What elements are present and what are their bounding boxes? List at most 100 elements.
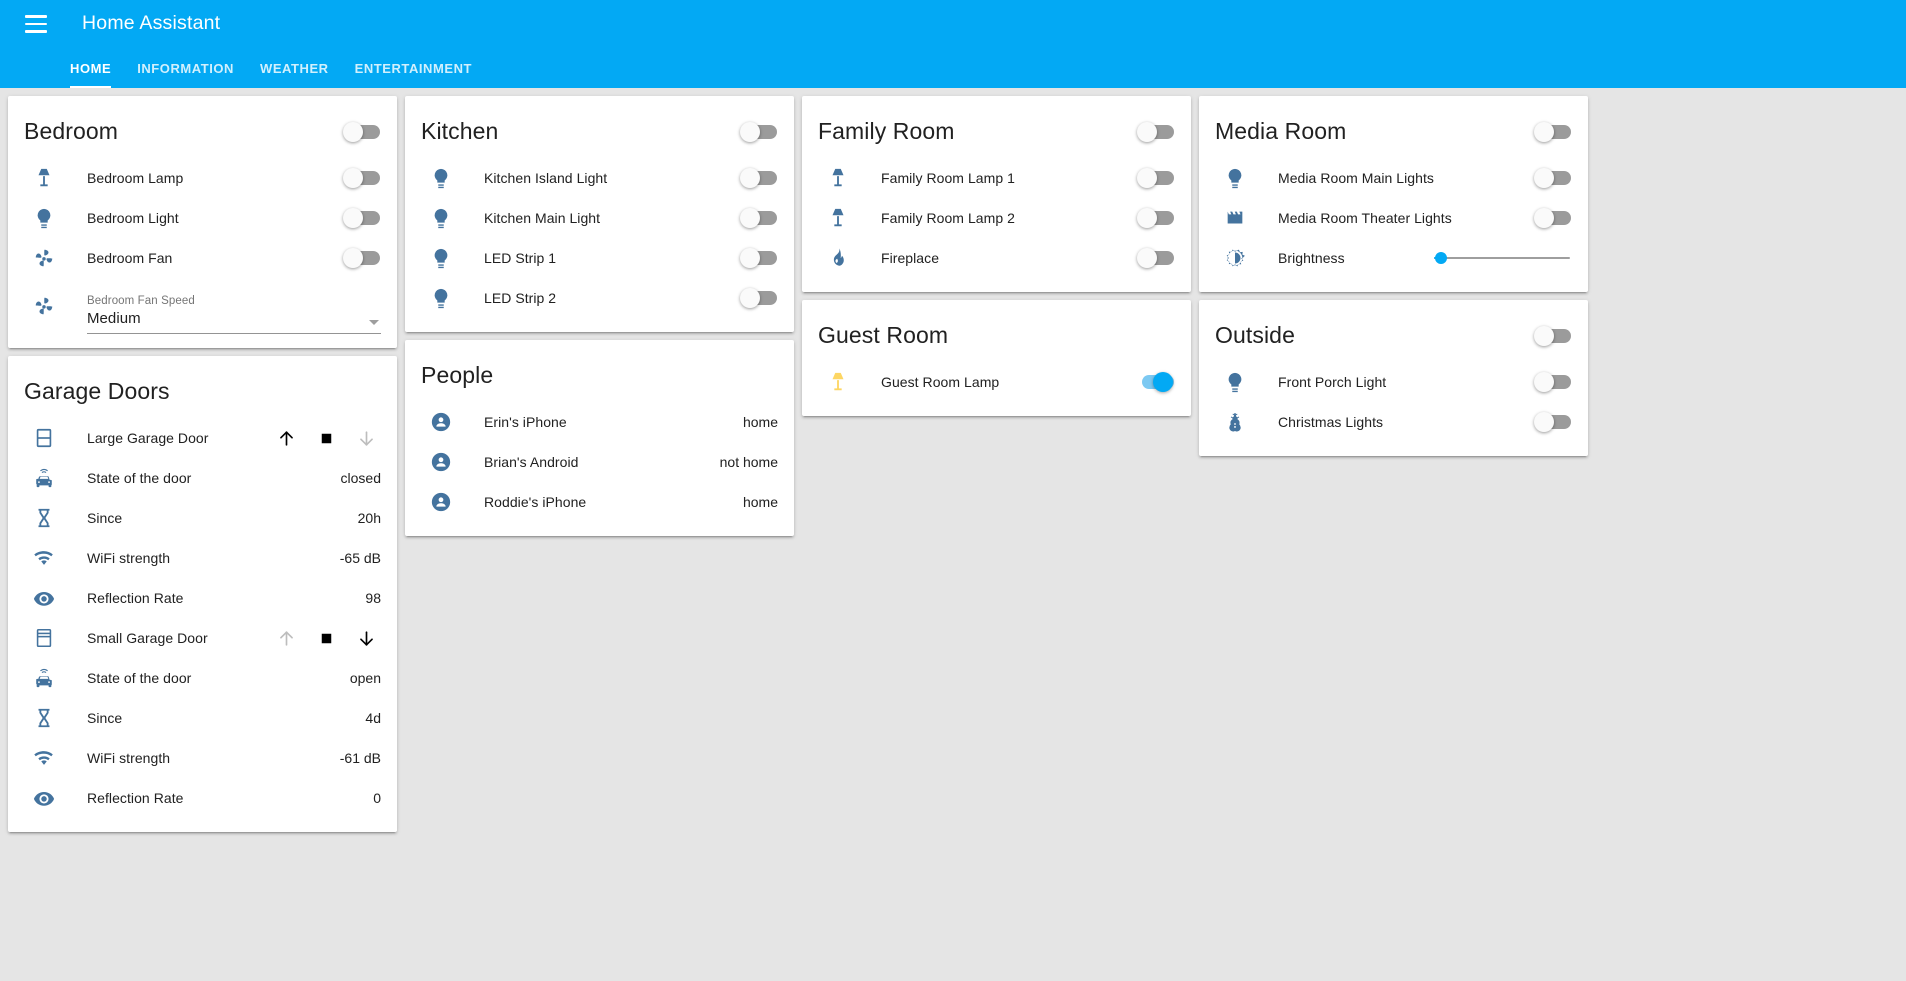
- page-title: Home Assistant: [82, 12, 221, 35]
- column-4: Media Room Media Room Main Lights Media …: [1199, 96, 1588, 456]
- toggle-family-room-lamp-2[interactable]: [1137, 208, 1174, 228]
- row-person-brian[interactable]: Brian's Android not home: [405, 442, 794, 482]
- toggle-media-room-all[interactable]: [1534, 122, 1571, 142]
- toggle-led-strip-1[interactable]: [740, 248, 777, 268]
- row-kitchen-island-light[interactable]: Kitchen Island Light: [405, 158, 794, 198]
- row-label: Roddie's iPhone: [484, 494, 587, 510]
- toggle-outside-all[interactable]: [1534, 326, 1571, 346]
- row-led-strip-2[interactable]: LED Strip 2: [405, 278, 794, 318]
- lamp-icon: [818, 207, 858, 229]
- toggle-bedroom-light[interactable]: [343, 208, 380, 228]
- row-large-state[interactable]: State of the door closed: [8, 458, 397, 498]
- toggle-kitchen-all[interactable]: [740, 122, 777, 142]
- person-icon: [421, 411, 461, 433]
- toggle-fireplace[interactable]: [1137, 248, 1174, 268]
- row-label: LED Strip 1: [484, 250, 557, 266]
- row-bedroom-lamp[interactable]: Bedroom Lamp: [8, 158, 397, 198]
- toggle-kitchen-main-light[interactable]: [740, 208, 777, 228]
- row-label: Since: [87, 710, 123, 726]
- lamp-icon: [818, 371, 858, 393]
- hourglass-icon: [24, 707, 64, 729]
- row-bedroom-light[interactable]: Bedroom Light: [8, 198, 397, 238]
- tab-entertainment[interactable]: ENTERTAINMENT: [342, 48, 485, 88]
- row-label: Bedroom Light: [87, 210, 179, 226]
- toggle-kitchen-island-light[interactable]: [740, 168, 777, 188]
- row-kitchen-main-light[interactable]: Kitchen Main Light: [405, 198, 794, 238]
- row-large-garage-door[interactable]: Large Garage Door: [8, 418, 397, 458]
- toggle-family-room-all[interactable]: [1137, 122, 1174, 142]
- toggle-family-room-lamp-1[interactable]: [1137, 168, 1174, 188]
- row-value: home: [742, 414, 778, 430]
- bedroom-fan-speed-select[interactable]: Bedroom Fan Speed Medium: [87, 294, 381, 334]
- card-family-room: Family Room Family Room Lamp 1 Family Ro…: [802, 96, 1191, 292]
- row-person-erin[interactable]: Erin's iPhone home: [405, 402, 794, 442]
- row-family-room-lamp-2[interactable]: Family Room Lamp 2: [802, 198, 1191, 238]
- row-guest-room-lamp[interactable]: Guest Room Lamp: [802, 362, 1191, 402]
- row-family-room-lamp-1[interactable]: Family Room Lamp 1: [802, 158, 1191, 198]
- toggle-bedroom-fan[interactable]: [343, 248, 380, 268]
- row-christmas-lights[interactable]: Christmas Lights: [1199, 402, 1588, 442]
- brightness-icon: [1215, 247, 1255, 269]
- row-small-wifi[interactable]: WiFi strength -61 dB: [8, 738, 397, 778]
- lightbulb-icon: [421, 247, 461, 269]
- row-label: Reflection Rate: [87, 590, 184, 606]
- row-media-room-main-lights[interactable]: Media Room Main Lights: [1199, 158, 1588, 198]
- toggle-front-porch-light[interactable]: [1534, 372, 1571, 392]
- row-person-roddie[interactable]: Roddie's iPhone home: [405, 482, 794, 522]
- eye-icon: [24, 587, 64, 609]
- row-large-wifi[interactable]: WiFi strength -65 dB: [8, 538, 397, 578]
- row-small-state[interactable]: State of the door open: [8, 658, 397, 698]
- row-led-strip-1[interactable]: LED Strip 1: [405, 238, 794, 278]
- row-bedroom-fan[interactable]: Bedroom Fan: [8, 238, 397, 278]
- row-label: Small Garage Door: [87, 630, 208, 646]
- row-small-garage-door[interactable]: Small Garage Door: [8, 618, 397, 658]
- row-fireplace[interactable]: Fireplace: [802, 238, 1191, 278]
- row-label: Erin's iPhone: [484, 414, 567, 430]
- toggle-bedroom-all[interactable]: [343, 122, 380, 142]
- toggle-guest-room-lamp[interactable]: [1138, 372, 1174, 392]
- cover-stop-button[interactable]: [311, 623, 341, 653]
- tab-home[interactable]: HOME: [57, 48, 124, 88]
- person-icon: [421, 451, 461, 473]
- row-small-reflection[interactable]: Reflection Rate 0: [8, 778, 397, 818]
- toggle-media-room-theater-lights[interactable]: [1534, 208, 1571, 228]
- cover-open-button[interactable]: [271, 423, 301, 453]
- row-label: Fireplace: [881, 250, 940, 266]
- card-header-outside: Outside: [1199, 300, 1588, 362]
- fire-icon: [818, 247, 858, 269]
- card-title-garage-doors: Garage Doors: [24, 378, 170, 405]
- row-label: WiFi strength: [87, 750, 171, 766]
- row-large-reflection[interactable]: Reflection Rate 98: [8, 578, 397, 618]
- lightbulb-icon: [24, 207, 64, 229]
- brightness-slider[interactable]: [1434, 248, 1570, 268]
- row-value: 20h: [357, 510, 381, 526]
- row-label: State of the door: [87, 670, 192, 686]
- row-media-room-brightness: Brightness: [1199, 238, 1588, 278]
- card-header-people: People: [405, 340, 794, 402]
- hamburger-menu-icon[interactable]: [18, 6, 54, 42]
- row-front-porch-light[interactable]: Front Porch Light: [1199, 362, 1588, 402]
- row-media-room-theater-lights[interactable]: Media Room Theater Lights: [1199, 198, 1588, 238]
- row-small-since[interactable]: Since 4d: [8, 698, 397, 738]
- card-header-garage-doors: Garage Doors: [8, 356, 397, 418]
- app-header: Home Assistant HOME INFORMATION WEATHER …: [0, 0, 1906, 88]
- row-value: open: [349, 670, 381, 686]
- tab-weather[interactable]: WEATHER: [247, 48, 342, 88]
- cover-close-button[interactable]: [351, 623, 381, 653]
- chevron-down-icon[interactable]: [369, 320, 379, 325]
- card-guest-room: Guest Room Guest Room Lamp: [802, 300, 1191, 416]
- toggle-bedroom-lamp[interactable]: [343, 168, 380, 188]
- row-large-since[interactable]: Since 20h: [8, 498, 397, 538]
- cover-stop-button[interactable]: [311, 423, 341, 453]
- tab-information[interactable]: INFORMATION: [124, 48, 247, 88]
- toggle-media-room-main-lights[interactable]: [1534, 168, 1571, 188]
- movie-icon: [1215, 207, 1255, 229]
- toggle-led-strip-2[interactable]: [740, 288, 777, 308]
- row-label: Media Room Theater Lights: [1278, 210, 1452, 226]
- garage-closed-icon: [24, 427, 64, 449]
- cover-close-button: [351, 423, 381, 453]
- header-top-bar: Home Assistant: [0, 0, 1906, 48]
- card-title-kitchen: Kitchen: [421, 118, 499, 145]
- toggle-christmas-lights[interactable]: [1534, 412, 1571, 432]
- row-value: home: [742, 494, 778, 510]
